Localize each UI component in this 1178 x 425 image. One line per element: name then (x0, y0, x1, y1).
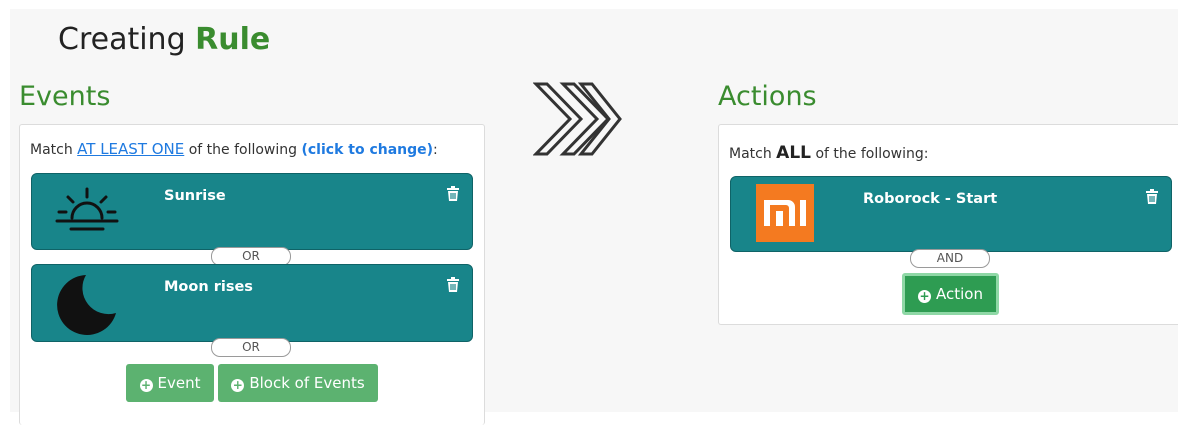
trash-icon[interactable] (446, 186, 460, 202)
moon-icon (57, 275, 116, 335)
double-chevron-right-icon (533, 82, 622, 156)
trash-icon[interactable] (446, 277, 460, 293)
actions-heading: Actions (718, 81, 817, 112)
events-match-suffix: of the following (188, 142, 298, 158)
events-match-colon: : (433, 142, 438, 158)
action-card-roborock-start[interactable]: Roborock - Start (730, 176, 1172, 252)
xiaomi-mi-logo (756, 184, 814, 242)
add-block-label: Block of Events (249, 374, 365, 392)
actions-match-mode[interactable]: ALL (776, 143, 811, 163)
action-card-title: Roborock - Start (863, 191, 998, 207)
sunrise-icon (55, 187, 119, 231)
actions-match-line: Match ALL of the following: (729, 143, 928, 163)
events-heading: Events (19, 81, 111, 112)
add-block-of-events-button[interactable]: + Block of Events (218, 364, 378, 402)
add-action-label: Action (936, 285, 983, 303)
or-connector: OR (211, 338, 291, 357)
event-card-title: Moon rises (164, 279, 253, 295)
title-prefix: Creating (58, 22, 186, 57)
actions-match-suffix: of the following: (815, 146, 929, 162)
event-card-moon-rises[interactable]: Moon rises (31, 264, 473, 342)
actions-panel: Match ALL of the following: Roborock - S… (718, 124, 1178, 325)
top-strip (0, 0, 1178, 9)
event-card-sunrise[interactable]: Sunrise (31, 173, 473, 250)
event-card-title: Sunrise (164, 188, 226, 204)
plus-circle-icon: + (918, 289, 931, 303)
page-title: Creating Rule (58, 22, 270, 57)
events-match-mode-link[interactable]: AT LEAST ONE (77, 140, 184, 158)
add-action-button[interactable]: + Action (902, 273, 999, 315)
actions-match-prefix: Match (729, 146, 772, 162)
title-accent: Rule (195, 22, 271, 57)
add-event-button[interactable]: + Event (126, 364, 214, 402)
and-connector: AND (910, 249, 990, 268)
plus-circle-icon: + (139, 378, 153, 392)
events-match-line: Match AT LEAST ONE of the following (cli… (30, 140, 438, 158)
events-panel: Match AT LEAST ONE of the following (cli… (19, 124, 485, 425)
events-change-hint[interactable]: (click to change) (301, 142, 433, 158)
trash-icon[interactable] (1145, 189, 1159, 205)
plus-circle-icon: + (231, 378, 245, 392)
add-event-label: Event (157, 374, 201, 392)
events-match-prefix: Match (30, 142, 73, 158)
